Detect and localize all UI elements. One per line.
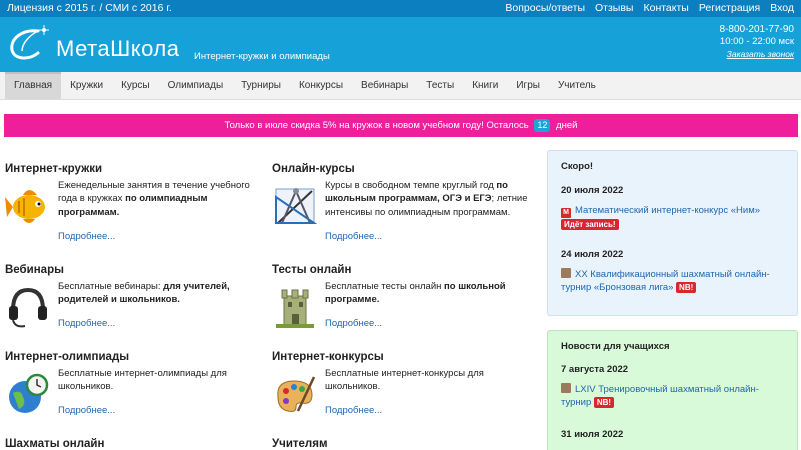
card-online-contests: Интернет-конкурсы Бесплатные интернет-ко… [272, 351, 532, 421]
card-teachers: Учителям [272, 438, 532, 450]
fish-icon [5, 190, 45, 223]
upcoming-events-box: Скоро! 20 июля 2022 M Математический инте… [547, 150, 798, 316]
promo-text: Только в июле скидка 5% на кружок в ново… [224, 120, 529, 131]
chess-icon [561, 268, 571, 278]
card-description: Бесплатные интернет-олимпиады для школьн… [58, 368, 227, 393]
tab-webinars[interactable]: Вебинары [352, 72, 417, 99]
tab-tests[interactable]: Тесты [417, 72, 463, 99]
event-date: 24 июля 2022 [561, 249, 624, 260]
promo-days-badge: 12 [534, 119, 551, 132]
status-badge: NB! [676, 282, 697, 293]
tab-games[interactable]: Игры [507, 72, 549, 99]
tab-contests[interactable]: Конкурсы [290, 72, 352, 99]
tab-clubs[interactable]: Кружки [61, 72, 112, 99]
globe-clock-icon [9, 373, 49, 413]
link-login[interactable]: Вход [770, 2, 794, 14]
tab-teacher[interactable]: Учитель [549, 72, 605, 99]
headset-icon [9, 287, 47, 328]
news-link[interactable]: LXIV Тренировочный шахматный онлайн-турн… [561, 384, 759, 408]
logo-text: МетаШкола [56, 36, 180, 61]
phone-number[interactable]: 8-800-201-77-90 [720, 24, 795, 36]
promo-banner[interactable]: Только в июле скидка 5% на кружок в ново… [4, 114, 798, 137]
tab-books[interactable]: Книги [463, 72, 507, 99]
callback-link[interactable]: Заказать звонок [720, 48, 794, 60]
event-date: 20 июля 2022 [561, 185, 624, 196]
tab-olympiads[interactable]: Олимпиады [159, 72, 233, 99]
card-online-courses: Онлайн-курсы Курсы в свободном темпе кру… [272, 163, 532, 243]
paint-palette-icon [277, 376, 316, 412]
top-bar: Лицензия с 2015 г. / СМИ с 2016 г. Вопро… [0, 0, 801, 17]
card-description: Бесплатные вебинары: для учителей, родит… [58, 281, 230, 306]
event-link[interactable]: XX Квалификационный шахматный онлайн-тур… [561, 269, 770, 293]
more-link[interactable]: Подробнее... [325, 405, 382, 416]
working-hours: 10:00 - 22:00 мск [719, 36, 794, 47]
tab-courses[interactable]: Курсы [112, 72, 158, 99]
student-news-box: Новости для учащихся 7 августа 2022 LXIV… [547, 330, 798, 450]
top-links: Вопросы/ответы Отзывы Контакты Регистрац… [505, 2, 794, 14]
tagline: Интернет-кружки и олимпиады [194, 51, 330, 62]
card-description: Еженедельные занятия в течение учебного … [58, 180, 250, 218]
card-title[interactable]: Интернет-конкурсы [272, 351, 532, 363]
card-title[interactable]: Интернет-кружки [5, 163, 265, 175]
main-nav: Главная Кружки Курсы Олимпиады Турниры К… [0, 72, 801, 100]
link-contacts[interactable]: Контакты [643, 2, 688, 14]
card-title[interactable]: Тесты онлайн [272, 264, 532, 276]
castle-tower-icon [276, 289, 314, 328]
link-faq[interactable]: Вопросы/ответы [505, 2, 585, 14]
license-text: Лицензия с 2015 г. / СМИ с 2016 г. [7, 2, 172, 14]
card-title[interactable]: Онлайн-курсы [272, 163, 532, 175]
site-header: МетаШкола Интернет-кружки и олимпиады 8-… [0, 17, 801, 72]
card-online-clubs: Интернет-кружки Еженедельные занятия в т… [5, 163, 265, 243]
card-title[interactable]: Вебинары [5, 264, 265, 276]
upcoming-title: Скоро! [561, 161, 594, 172]
event-item: XX Квалификационный шахматный онлайн-тур… [561, 268, 786, 294]
site-logo[interactable]: МетаШкола [8, 23, 188, 67]
chess-icon [561, 383, 571, 393]
status-badge: Идёт запись! [561, 219, 619, 230]
drafting-tools-icon [275, 188, 318, 224]
tab-tournaments[interactable]: Турниры [232, 72, 290, 99]
card-online-olympiads: Интернет-олимпиады Бесплатные интернет-о… [5, 351, 265, 421]
card-description: Бесплатные интернет-конкурсы для школьни… [325, 368, 484, 393]
link-register[interactable]: Регистрация [699, 2, 760, 14]
card-title[interactable]: Интернет-олимпиады [5, 351, 265, 363]
event-link[interactable]: Математический интернет-конкурс «Ним» [575, 205, 760, 216]
more-link[interactable]: Подробнее... [58, 231, 115, 242]
card-description: Бесплатные тесты онлайн по школьной прог… [325, 281, 506, 306]
news-date: 31 июля 2022 [561, 429, 624, 440]
card-chess-online: Шахматы онлайн [5, 438, 265, 450]
card-webinars: Вебинары Бесплатные вебинары: для учител… [5, 264, 265, 334]
logo-swoosh-icon [10, 25, 49, 60]
status-badge: NB! [593, 397, 615, 408]
news-date: 7 августа 2022 [561, 364, 629, 375]
more-link[interactable]: Подробнее... [325, 231, 382, 242]
more-link[interactable]: Подробнее... [58, 318, 115, 329]
more-link[interactable]: Подробнее... [58, 405, 115, 416]
contact-block: 8-800-201-77-90 10:00 - 22:00 мск Заказа… [720, 24, 795, 60]
event-item: M Математический интернет-конкурс «Ним» И… [561, 204, 786, 231]
link-reviews[interactable]: Отзывы [595, 2, 633, 14]
more-link[interactable]: Подробнее... [325, 318, 382, 329]
promo-text-tail: дней [556, 120, 578, 131]
news-item: LXIV Тренировочный шахматный онлайн-турн… [561, 383, 786, 409]
card-description: Курсы в свободном темпе круглый год по ш… [325, 180, 528, 218]
news-title: Новости для учащихся [561, 341, 670, 352]
math-icon: M [561, 208, 571, 218]
card-title[interactable]: Учителям [272, 438, 532, 450]
card-tests-online: Тесты онлайн Бесплатные тесты онлайн по … [272, 264, 532, 334]
tab-home[interactable]: Главная [5, 72, 62, 99]
card-title[interactable]: Шахматы онлайн [5, 438, 265, 450]
